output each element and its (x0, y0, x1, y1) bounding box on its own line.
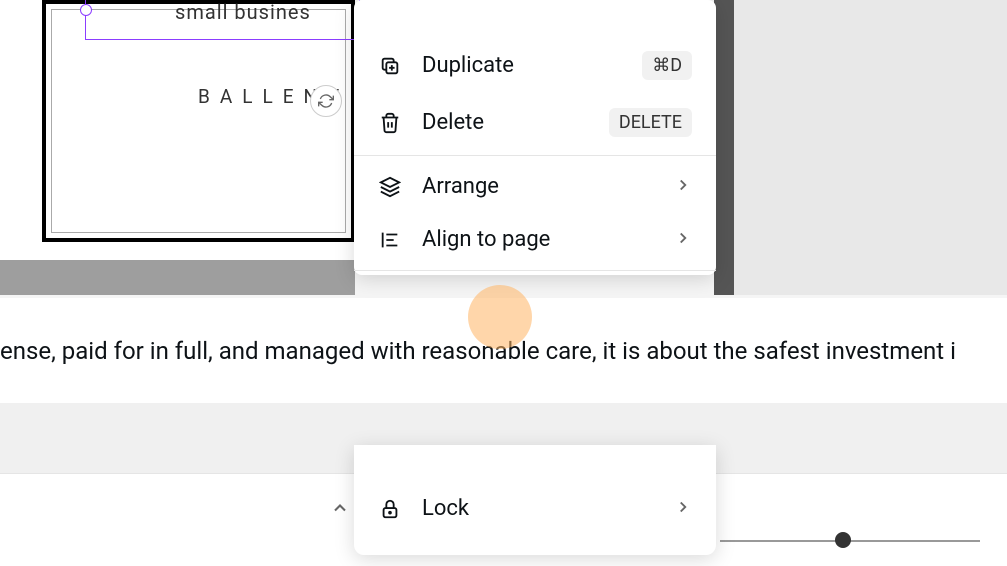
align-label: Align to page (422, 227, 654, 252)
lock-icon (378, 497, 402, 521)
design-inner-border (51, 9, 346, 233)
menu-item-arrange[interactable]: Arrange (354, 160, 716, 213)
refresh-icon[interactable] (310, 85, 342, 117)
zoom-caret-icon[interactable] (330, 498, 350, 523)
chevron-right-icon (674, 175, 692, 199)
duplicate-shortcut: ⌘D (642, 51, 692, 80)
menu-item-delete[interactable]: Delete DELETE (354, 94, 716, 151)
menu-item-align[interactable]: Align to page (354, 213, 716, 266)
arrange-label: Arrange (422, 174, 654, 199)
lock-label: Lock (422, 496, 654, 521)
canvas-edge-dark (714, 0, 734, 295)
delete-shortcut: DELETE (609, 108, 692, 137)
cursor-highlight (468, 285, 532, 349)
duplicate-label: Duplicate (422, 53, 622, 78)
canvas-area[interactable]: 2 small busines BALLENV (0, 0, 355, 295)
design-subtitle[interactable]: small busines (175, 0, 311, 24)
trash-icon (378, 111, 402, 135)
canvas-workspace[interactable] (734, 0, 1007, 295)
paste-icon (378, 3, 402, 27)
selection-handle-left[interactable] (80, 4, 92, 16)
layers-icon (378, 175, 402, 199)
chevron-right-icon (674, 497, 692, 521)
context-menu-bottom: Link Lock (354, 445, 716, 555)
context-menu: Paste ⌘V Duplicate ⌘D Delete DELETE (354, 0, 716, 275)
city-image-strip (0, 260, 355, 295)
chevron-right-icon (674, 228, 692, 252)
menu-item-lock[interactable]: Lock (354, 482, 716, 535)
zoom-slider-thumb[interactable] (835, 532, 851, 548)
menu-item-paste[interactable]: Paste ⌘V (354, 0, 716, 37)
duplicate-icon (378, 54, 402, 78)
delete-label: Delete (422, 110, 589, 135)
menu-item-duplicate[interactable]: Duplicate ⌘D (354, 37, 716, 94)
menu-divider (354, 155, 716, 156)
align-icon (378, 228, 402, 252)
menu-divider (354, 270, 716, 271)
